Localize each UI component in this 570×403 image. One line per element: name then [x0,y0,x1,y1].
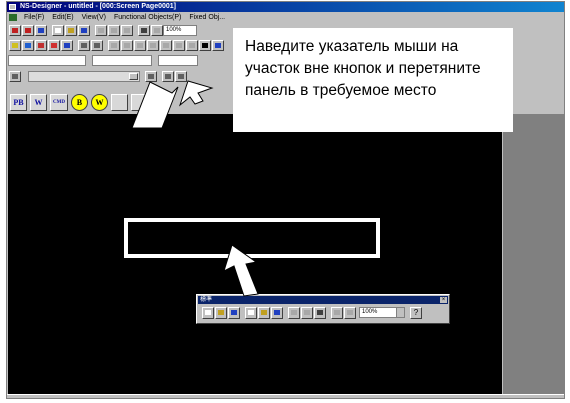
property-toolbar-row [8,54,236,67]
lamp-icon[interactable] [35,40,47,51]
save-file-icon[interactable] [271,307,283,319]
push-button-object[interactable]: PB [10,94,27,111]
distribute-icon[interactable] [186,40,198,51]
standard-toolbar: 100% [8,24,197,37]
undo-icon[interactable] [331,307,343,319]
page-list-icon[interactable] [175,71,188,82]
floating-standard-toolbar[interactable]: 標準 × 100%? [196,294,450,324]
print-icon[interactable] [314,307,326,319]
layer-toolbar-row [8,70,236,83]
command-button-object[interactable]: CMD [50,94,68,111]
layer-slider[interactable] [28,71,141,82]
instruction-callout: Наведите указатель мыши на участок вне к… [233,28,513,132]
new-file-icon[interactable] [52,25,64,36]
zoom-select[interactable]: 100% [359,307,405,318]
slider-thumb[interactable] [129,73,139,80]
tool-a-icon[interactable] [78,40,90,51]
value-combo[interactable] [158,55,198,66]
workspace-background [503,114,564,397]
open-file-icon[interactable] [65,25,77,36]
text-object-icon[interactable] [110,94,128,111]
word-lamp-object[interactable]: W [90,94,108,111]
align-bottom-icon[interactable] [173,40,185,51]
menu-items: File(F) Edit(E) View(V) Functional Objects(… [20,12,229,23]
save-icon[interactable] [228,307,240,319]
align-middle-icon[interactable] [160,40,172,51]
undo-icon[interactable] [138,25,150,36]
new-screen-icon[interactable] [202,307,214,319]
floating-toolbar-buttons: 100%? [201,306,422,324]
layer-slider-wrap [28,71,141,84]
address-combo[interactable] [92,55,152,66]
open-icon[interactable] [22,25,34,36]
word-button-object[interactable]: W [30,94,47,111]
zoom-field[interactable]: 100% [163,25,197,36]
object-combo[interactable] [8,55,86,66]
redo-icon[interactable] [344,307,356,319]
redo-icon[interactable] [151,25,163,36]
properties-icon[interactable] [212,40,224,51]
floating-toolbar-title[interactable]: 標準 × [198,296,448,304]
cut-icon[interactable] [288,307,300,319]
align-right-icon[interactable] [134,40,146,51]
align-center-icon[interactable] [121,40,133,51]
s-icon[interactable] [61,40,73,51]
menu-item-2[interactable]: View(V) [78,12,110,23]
instruction-text: Наведите указатель мыши на участок вне к… [245,38,481,99]
select-icon[interactable] [9,40,21,51]
binoculars-icon[interactable] [199,40,211,51]
document-icon [9,14,17,21]
copy-icon[interactable] [108,25,120,36]
save-icon[interactable] [35,25,47,36]
copy-icon[interactable] [301,307,313,319]
chevron-down-icon[interactable] [396,308,404,317]
cut-icon[interactable] [95,25,107,36]
align-top-icon[interactable] [147,40,159,51]
paste-icon[interactable] [121,25,133,36]
drop-target-rectangle [124,218,380,258]
open-icon[interactable] [215,307,227,319]
title-bar[interactable]: NS-Designer - untitled - [000:Screen Pag… [7,2,564,12]
functional-object-toolbar: PB W CMD B W [8,93,169,113]
open-file-icon[interactable] [258,307,270,319]
menu-item-3[interactable]: Functional Objects(P) [110,12,185,23]
fixed-object-icon[interactable] [22,40,34,51]
menu-bar: File(F) Edit(E) View(V) Functional Objects(… [7,12,564,23]
screenshot-root: NS-Designer - untitled - [000:Screen Pag… [0,0,570,403]
next-page-icon[interactable] [162,71,175,82]
pen-icon[interactable] [150,94,168,111]
bit-lamp-object[interactable]: B [70,94,88,111]
save-file-icon[interactable] [78,25,90,36]
window-title: NS-Designer - untitled - [000:Screen Pag… [20,3,176,10]
floating-toolbar-title-text: 標準 [200,297,213,303]
object-toolbar-row [8,39,224,52]
align-left-icon[interactable] [108,40,120,51]
menu-item-4[interactable]: Fixed Obj... [185,12,229,23]
status-bar [7,394,564,398]
zoom-value: 100% [362,309,378,315]
close-icon[interactable]: × [440,297,447,303]
app-icon [9,4,16,10]
layer-icon[interactable] [9,71,21,82]
new-screen-icon[interactable] [9,25,21,36]
help-icon[interactable]: ? [410,307,422,319]
menu-item-1[interactable]: Edit(E) [48,12,77,23]
tool-b-icon[interactable] [91,40,103,51]
numeral-display-icon[interactable] [130,94,148,111]
prev-page-icon[interactable] [145,71,158,82]
menu-item-0[interactable]: File(F) [20,12,48,23]
switch-icon[interactable] [48,40,60,51]
new-file-icon[interactable] [245,307,257,319]
